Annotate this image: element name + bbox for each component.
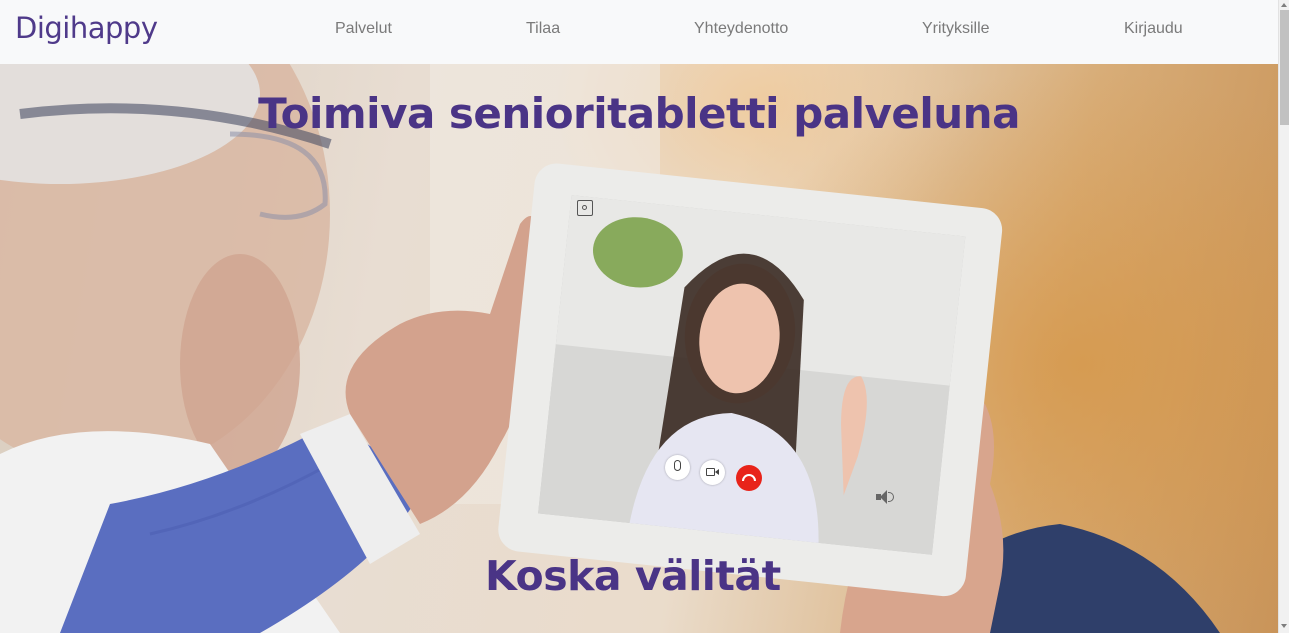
hero-subtitle: Koska välität bbox=[485, 552, 781, 600]
brand-logo[interactable]: Digihappy bbox=[15, 11, 158, 45]
microphone-icon[interactable] bbox=[665, 455, 690, 480]
nav-link-kirjaudu[interactable]: Kirjaudu bbox=[1124, 20, 1183, 38]
end-call-icon[interactable] bbox=[736, 465, 762, 491]
scroll-down-arrow-icon[interactable] bbox=[1281, 624, 1287, 628]
screenshot-icon[interactable] bbox=[577, 200, 593, 216]
scroll-up-arrow-icon[interactable] bbox=[1281, 3, 1287, 7]
nav-link-yrityksille[interactable]: Yrityksille bbox=[922, 20, 990, 38]
hero-photo bbox=[0, 64, 1220, 633]
vertical-scrollbar[interactable] bbox=[1278, 0, 1289, 633]
hero-title: Toimiva senioritabletti palveluna bbox=[258, 89, 1020, 138]
nav-link-palvelut[interactable]: Palvelut bbox=[335, 20, 392, 38]
hero-section: Toimiva senioritabletti palveluna Koska … bbox=[0, 64, 1278, 633]
video-camera-icon[interactable] bbox=[700, 460, 725, 485]
nav-link-yhteydenotto[interactable]: Yhteydenotto bbox=[694, 20, 788, 38]
nav-link-tilaa[interactable]: Tilaa bbox=[526, 20, 560, 38]
speaker-icon[interactable] bbox=[876, 490, 894, 504]
scroll-thumb[interactable] bbox=[1280, 10, 1289, 125]
navbar: Digihappy Palvelut Tilaa Yhteydenotto Yr… bbox=[0, 0, 1278, 64]
